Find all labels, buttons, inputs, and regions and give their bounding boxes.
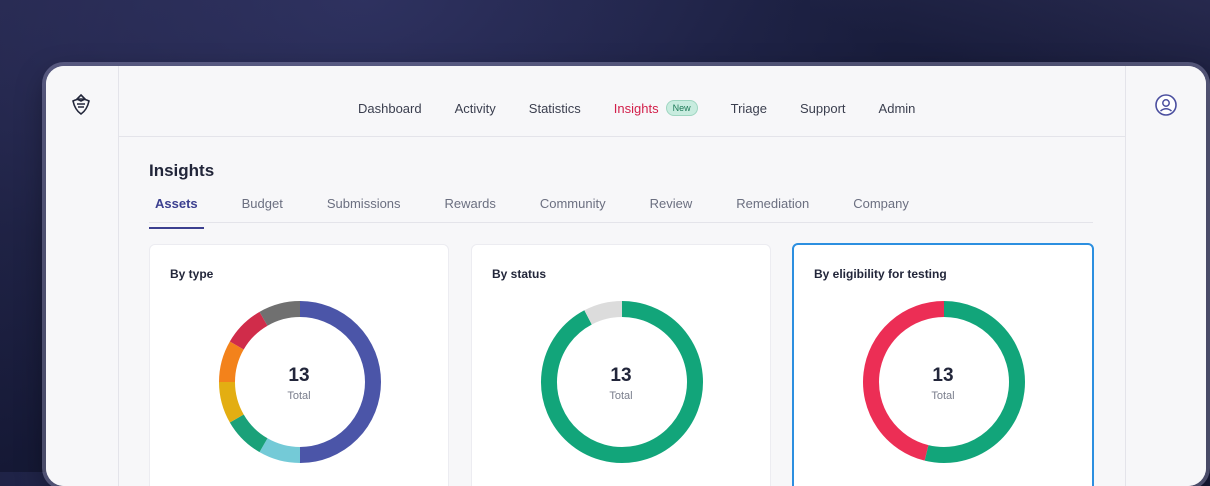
card-by-type[interactable]: By type 13 Total xyxy=(149,244,449,486)
nav-label: Statistics xyxy=(528,100,581,116)
tab-rewards[interactable]: Rewards xyxy=(439,196,502,222)
tab-review[interactable]: Review xyxy=(644,196,699,222)
nav-label: Triage xyxy=(730,100,767,116)
nav-support[interactable]: Support xyxy=(800,101,846,116)
nav-label: Support xyxy=(800,100,846,116)
insights-tabs: Assets Budget Submissions Rewards Commun… xyxy=(149,196,1093,229)
nav-activity[interactable]: Activity xyxy=(455,101,496,116)
card-title: By eligibility for testing xyxy=(814,267,947,281)
nav-label: Insights xyxy=(613,100,659,116)
nav-dashboard[interactable]: Dashboard xyxy=(358,101,422,116)
nav-label: Dashboard xyxy=(358,100,422,116)
total-label: Total xyxy=(287,390,311,402)
tab-budget[interactable]: Budget xyxy=(236,196,289,222)
total-label: Total xyxy=(931,390,955,402)
nav-triage[interactable]: Triage xyxy=(731,101,767,116)
nav-label: Admin xyxy=(878,100,916,116)
page-title: Insights xyxy=(149,161,215,180)
card-by-eligibility[interactable]: By eligibility for testing 13 Total xyxy=(792,243,1094,486)
card-by-status[interactable]: By status 13 Total xyxy=(471,244,771,486)
right-rail xyxy=(1125,66,1206,486)
nav-insights[interactable]: Insights New xyxy=(614,100,698,116)
total-label: Total xyxy=(609,390,633,402)
donut-segment[interactable] xyxy=(259,301,301,326)
donut-segment[interactable] xyxy=(229,311,268,350)
total-count: 13 xyxy=(932,365,954,386)
bug-bounty-logo-icon[interactable] xyxy=(68,92,94,118)
donut-segment[interactable] xyxy=(259,438,301,463)
app-window: Dashboard Activity Statistics Insights Ne… xyxy=(46,66,1206,486)
tab-company[interactable]: Company xyxy=(847,196,915,222)
nav-statistics[interactable]: Statistics xyxy=(529,101,581,116)
new-badge: New xyxy=(665,100,698,116)
total-count: 13 xyxy=(610,365,632,386)
left-rail xyxy=(46,66,119,486)
card-title: By type xyxy=(170,267,214,281)
donut-segment[interactable] xyxy=(584,301,623,325)
total-count: 13 xyxy=(288,365,310,386)
top-navigation-bar: Dashboard Activity Statistics Insights Ne… xyxy=(118,66,1126,137)
donut-segment[interactable] xyxy=(229,414,268,453)
user-account-icon[interactable] xyxy=(1154,93,1178,117)
main-nav: Dashboard Activity Statistics Insights Ne… xyxy=(358,100,948,116)
tab-remediation[interactable]: Remediation xyxy=(730,196,815,222)
nav-admin[interactable]: Admin xyxy=(879,101,916,116)
tab-community[interactable]: Community xyxy=(534,196,612,222)
tab-submissions[interactable]: Submissions xyxy=(321,196,407,222)
card-title: By status xyxy=(492,267,547,281)
nav-label: Activity xyxy=(454,100,496,116)
tab-assets[interactable]: Assets xyxy=(149,196,204,229)
